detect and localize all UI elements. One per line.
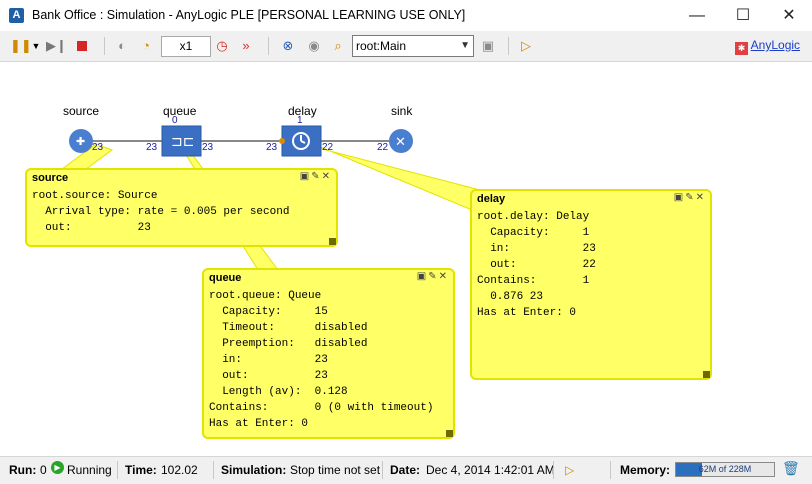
inspect-body: root.queue: Queue Capacity: 15 Timeout: … <box>209 290 434 430</box>
pause-icon[interactable]: ❚❚ <box>10 36 32 56</box>
anylogic-logo-icon: ✱ <box>735 42 748 55</box>
date-label: Date: <box>390 463 421 477</box>
trash-icon[interactable]: 🗑 <box>782 460 800 477</box>
stop-icon <box>77 41 87 51</box>
delay-in-port <box>279 138 285 144</box>
queue-symbol: ⊐⊏ <box>171 134 194 150</box>
queue-label: queue <box>163 104 197 118</box>
layers-icon[interactable]: ▣ <box>478 36 498 56</box>
date-value: Dec 4, 2014 1:42:01 AM <box>426 463 555 477</box>
queue-in-count: 23 <box>146 142 158 153</box>
navigate-icon[interactable]: ⌕ <box>328 36 348 56</box>
run-state: Running <box>67 463 112 477</box>
toolbar-separator <box>508 37 509 55</box>
anylogic-link-label: AnyLogic <box>750 38 801 52</box>
inspect-title: delay <box>477 193 506 205</box>
clock-slow-icon[interactable]: ◔ <box>136 36 156 56</box>
resize-grip[interactable] <box>703 371 710 378</box>
delay-inspect-window[interactable]: delay ▣✎✕ root.delay: Delay Capacity: 1 … <box>470 189 712 380</box>
source-out-count: 23 <box>92 142 104 153</box>
resize-grip[interactable] <box>329 238 336 245</box>
inspect-controls[interactable]: ▣✎✕ <box>674 192 706 203</box>
chevron-down-icon[interactable]: ▼ <box>30 36 42 56</box>
run-label: Run: <box>9 463 37 477</box>
sink-in-count: 22 <box>377 142 389 153</box>
queue-count: 0 <box>172 115 178 126</box>
status-separator <box>610 461 611 479</box>
stop-button[interactable] <box>72 36 92 56</box>
queue-out-count: 23 <box>202 142 214 153</box>
app-icon: A <box>9 8 24 23</box>
fast-forward-icon[interactable]: » <box>236 36 256 56</box>
root-select-value: root:Main <box>356 39 407 53</box>
run-value: 0 <box>40 463 47 477</box>
running-icon: ▶ <box>51 461 64 474</box>
delay-out-count: 22 <box>322 142 334 153</box>
memory-label: Memory: <box>620 463 671 477</box>
delay-in-count: 23 <box>266 142 278 153</box>
time-label: Time: <box>125 463 157 477</box>
experiment-icon[interactable]: ⊗ <box>278 36 298 56</box>
toolbar-separator <box>104 37 105 55</box>
sink-symbol: ✕ <box>395 135 406 150</box>
source-symbol: ✚ <box>76 135 85 148</box>
anylogic-link[interactable]: ✱ AnyLogic <box>735 38 800 55</box>
status-separator <box>117 461 118 479</box>
delay-count: 1 <box>297 115 303 126</box>
inspect-title: source <box>32 172 69 184</box>
camera-icon[interactable]: ◉ <box>304 36 324 56</box>
memory-bar: 62M of 228M <box>675 462 775 477</box>
simulation-label: Simulation: <box>221 463 287 477</box>
maximize-button[interactable]: ☐ <box>720 0 766 31</box>
inspect-body: root.source: Source Arrival type: rate =… <box>32 190 290 234</box>
sink-label: sink <box>391 104 413 118</box>
inspect-title: queue <box>209 272 242 284</box>
faster-icon[interactable]: ◷ <box>212 36 232 56</box>
status-separator <box>213 461 214 479</box>
toolbar: ❚❚ ▼ ▶❙ ◐ ◔ x1 ◷ » ⊗ ◉ ⌕ root:Main ▼ ▣ ▷… <box>0 31 812 62</box>
chevron-down-icon: ▼ <box>460 40 470 51</box>
delay-callout-pointer <box>317 145 481 211</box>
source-label: source <box>63 104 100 118</box>
status-separator <box>382 461 383 479</box>
inspect-body: root.delay: Delay Capacity: 1 in: 23 out… <box>477 211 596 319</box>
status-bar: Run: 0 ▶ Running Time: 102.02 Simulation… <box>0 456 812 484</box>
window-title: Bank Office : Simulation - AnyLogic PLE … <box>32 8 466 22</box>
speed-display: x1 <box>161 36 211 57</box>
minimize-button[interactable]: — <box>674 0 720 31</box>
step-icon[interactable]: ▶❙ <box>46 36 67 56</box>
simulation-value: Stop time not set <box>290 463 381 477</box>
slower-icon[interactable]: ◐ <box>112 36 132 56</box>
time-value: 102.02 <box>161 463 198 477</box>
title-bar: A Bank Office : Simulation - AnyLogic PL… <box>0 0 812 32</box>
inspect-controls[interactable]: ▣✎✕ <box>417 271 449 282</box>
inspect-controls[interactable]: ▣✎✕ <box>300 171 332 182</box>
close-button[interactable]: ✕ <box>766 0 812 31</box>
toolbar-separator <box>268 37 269 55</box>
memory-value: 62M of 228M <box>698 464 752 474</box>
run-until-icon[interactable]: ▷ <box>565 463 574 477</box>
run-until-icon[interactable]: ▷ <box>516 36 536 56</box>
root-select[interactable]: root:Main ▼ <box>352 35 474 57</box>
queue-inspect-window[interactable]: queue ▣✎✕ root.queue: Queue Capacity: 15… <box>202 268 455 439</box>
status-separator <box>553 461 554 479</box>
resize-grip[interactable] <box>446 430 453 437</box>
source-inspect-window[interactable]: source ▣✎✕ root.source: Source Arrival t… <box>25 168 338 247</box>
